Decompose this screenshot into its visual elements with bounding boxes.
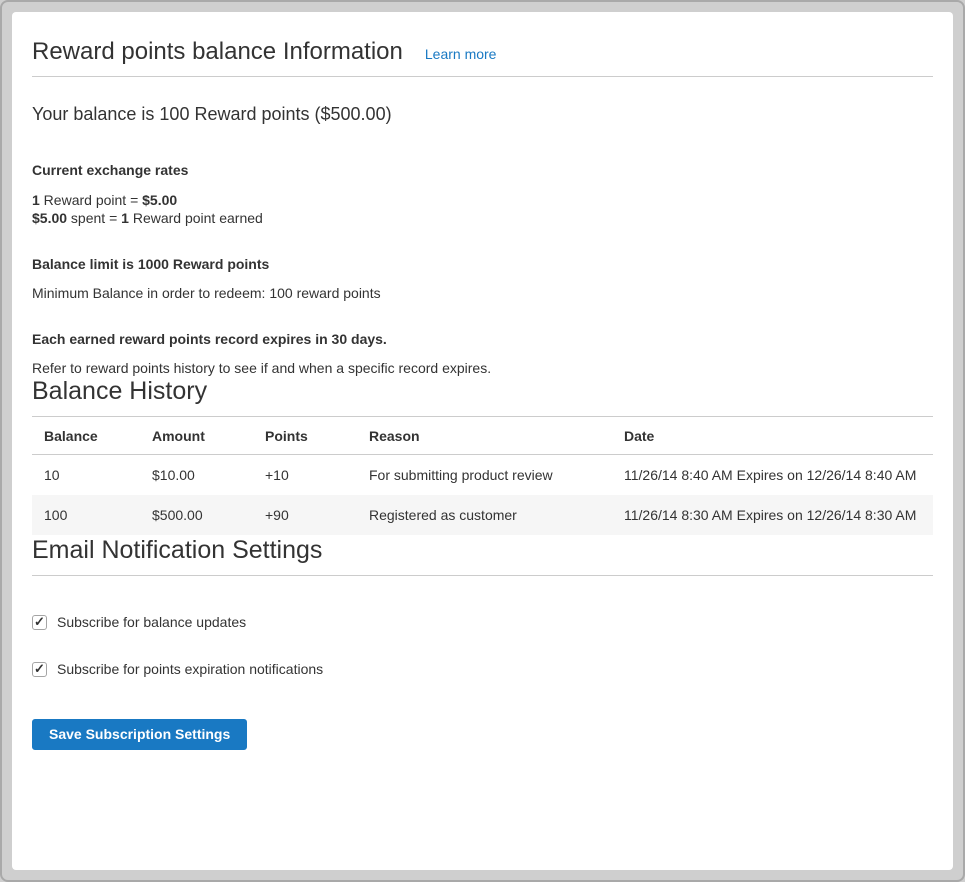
rate1-text: Reward point = bbox=[40, 192, 142, 208]
balance-history-title: Balance History bbox=[32, 376, 933, 406]
email-settings-divider bbox=[32, 575, 933, 576]
cell-points: +90 bbox=[253, 495, 357, 535]
exchange-rates-heading: Current exchange rates bbox=[32, 162, 933, 178]
cell-amount: $500.00 bbox=[140, 495, 253, 535]
points-expiration-label[interactable]: Subscribe for points expiration notifica… bbox=[57, 661, 323, 677]
column-header-date: Date bbox=[612, 417, 933, 455]
expiration-text: Each earned reward points record expires… bbox=[32, 331, 933, 347]
cell-amount: $10.00 bbox=[140, 455, 253, 496]
column-header-points: Points bbox=[253, 417, 357, 455]
cell-date: 11/26/14 8:30 AM Expires on 12/26/14 8:3… bbox=[612, 495, 933, 535]
rate-line-2: $5.00 spent = 1 Reward point earned bbox=[32, 210, 263, 226]
cell-date: 11/26/14 8:40 AM Expires on 12/26/14 8:4… bbox=[612, 455, 933, 496]
balance-limit-text: Balance limit is 1000 Reward points bbox=[32, 256, 933, 272]
column-header-balance: Balance bbox=[32, 417, 140, 455]
rate2-text: spent = bbox=[67, 210, 121, 226]
email-settings-title: Email Notification Settings bbox=[32, 535, 933, 565]
cell-balance: 100 bbox=[32, 495, 140, 535]
column-header-amount: Amount bbox=[140, 417, 253, 455]
rate1-amount: $5.00 bbox=[142, 192, 177, 208]
table-row: 100 $500.00 +90 Registered as customer 1… bbox=[32, 495, 933, 535]
column-header-reason: Reason bbox=[357, 417, 612, 455]
rate-line-1: 1 Reward point = $5.00 bbox=[32, 192, 177, 208]
page-header: Reward points balance Information Learn … bbox=[32, 38, 933, 66]
rate2-tail: Reward point earned bbox=[129, 210, 263, 226]
rate1-points: 1 bbox=[32, 192, 40, 208]
reward-info-card: Reward points balance Information Learn … bbox=[12, 12, 953, 870]
header-divider bbox=[32, 76, 933, 77]
minimum-balance-text: Minimum Balance in order to redeem: 100 … bbox=[32, 285, 933, 301]
points-expiration-checkbox[interactable] bbox=[32, 662, 47, 677]
learn-more-link[interactable]: Learn more bbox=[425, 46, 497, 62]
points-expiration-option: Subscribe for points expiration notifica… bbox=[32, 661, 933, 677]
rate2-amount: $5.00 bbox=[32, 210, 67, 226]
rate2-points: 1 bbox=[121, 210, 129, 226]
cell-balance: 10 bbox=[32, 455, 140, 496]
balance-updates-option: Subscribe for balance updates bbox=[32, 614, 933, 630]
page-title: Reward points balance Information bbox=[32, 38, 403, 66]
cell-points: +10 bbox=[253, 455, 357, 496]
save-subscription-settings-button[interactable]: Save Subscription Settings bbox=[32, 719, 247, 750]
balance-history-table: Balance Amount Points Reason Date 10 $10… bbox=[32, 417, 933, 535]
table-header-row: Balance Amount Points Reason Date bbox=[32, 417, 933, 455]
balance-updates-label[interactable]: Subscribe for balance updates bbox=[57, 614, 246, 630]
cell-reason: Registered as customer bbox=[357, 495, 612, 535]
table-row: 10 $10.00 +10 For submitting product rev… bbox=[32, 455, 933, 496]
page-background: Reward points balance Information Learn … bbox=[0, 0, 965, 882]
exchange-rate-lines: 1 Reward point = $5.00 $5.00 spent = 1 R… bbox=[32, 191, 933, 227]
balance-summary: Your balance is 100 Reward points ($500.… bbox=[32, 104, 933, 125]
balance-updates-checkbox[interactable] bbox=[32, 615, 47, 630]
cell-reason: For submitting product review bbox=[357, 455, 612, 496]
expiration-note-text: Refer to reward points history to see if… bbox=[32, 360, 933, 376]
